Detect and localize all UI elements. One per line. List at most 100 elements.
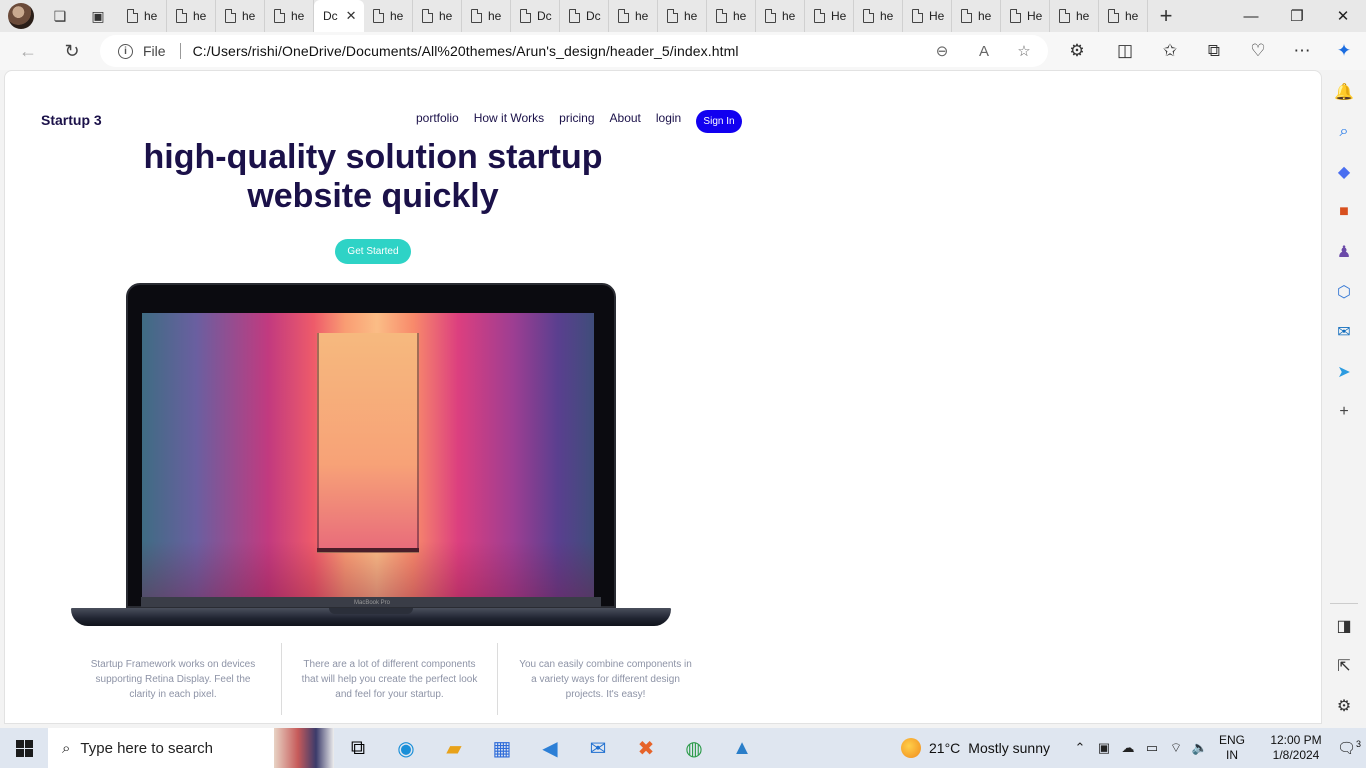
info-icon[interactable]: i <box>118 43 133 59</box>
page-document-icon <box>127 9 138 23</box>
search-icon[interactable]: ⌕ <box>1333 121 1355 143</box>
nav-link-how-it-works[interactable]: How it Works <box>474 111 544 125</box>
tab-actions-icon[interactable]: ▣ <box>86 4 110 28</box>
hide-sidebar-icon[interactable]: ◨ <box>1333 615 1355 637</box>
page-document-icon <box>274 9 285 23</box>
clock[interactable]: 12:00 PM 1/8/2024 <box>1260 733 1332 763</box>
browser-tab[interactable]: he <box>118 0 167 32</box>
browser-tab-active[interactable]: Dc ✕ <box>314 0 364 32</box>
nav-link-portfolio[interactable]: portfolio <box>416 111 459 125</box>
extensions-icon[interactable]: ⚙ <box>1065 39 1089 63</box>
tab-label: he <box>488 9 502 23</box>
tab-label: he <box>1076 9 1090 23</box>
chrome-app-icon[interactable]: ◍ <box>670 728 718 768</box>
close-window-button[interactable]: ✕ <box>1320 0 1366 32</box>
split-screen-icon[interactable]: ◫ <box>1113 39 1137 63</box>
nav-link-login[interactable]: login <box>656 111 681 125</box>
close-tab-icon[interactable]: ✕ <box>346 8 357 24</box>
browser-tab[interactable]: he <box>609 0 658 32</box>
browser-tab[interactable]: He <box>1001 0 1050 32</box>
drop-icon[interactable]: ➤ <box>1333 361 1355 383</box>
volume-icon[interactable]: 🔈 <box>1188 740 1212 756</box>
zoom-out-icon[interactable]: ⊖ <box>932 41 952 61</box>
address-bar[interactable]: i File C:/Users/rishi/OneDrive/Documents… <box>100 35 1048 67</box>
tools-briefcase-icon[interactable]: ■ <box>1333 201 1355 223</box>
browser-essentials-icon[interactable]: ♡ <box>1246 39 1270 63</box>
browser-tab[interactable]: he <box>952 0 1001 32</box>
browser-tab[interactable]: He <box>805 0 854 32</box>
browser-tab[interactable]: He <box>903 0 952 32</box>
browser-tab[interactable]: he <box>462 0 511 32</box>
tab-label: he <box>880 9 894 23</box>
store-app-icon[interactable]: ▦ <box>478 728 526 768</box>
sign-in-button[interactable]: Sign In <box>696 110 742 133</box>
microsoft-365-icon[interactable]: ⬡ <box>1333 281 1355 303</box>
show-hidden-icons-chevron-icon[interactable]: ⌃ <box>1068 740 1092 756</box>
browser-tab[interactable]: he <box>1099 0 1148 32</box>
notifications-bell-icon[interactable]: 🔔 <box>1333 81 1355 103</box>
refresh-button[interactable]: ↻ <box>54 36 90 66</box>
browser-tab[interactable]: he <box>756 0 805 32</box>
edge-app-icon[interactable]: ◉ <box>382 728 430 768</box>
nav-link-pricing[interactable]: pricing <box>559 111 594 125</box>
collections-icon[interactable]: ⧉ <box>1202 39 1226 63</box>
get-started-button[interactable]: Get Started <box>335 239 411 264</box>
back-button[interactable]: ← <box>10 36 46 66</box>
language-indicator[interactable]: ENG IN <box>1212 733 1252 763</box>
browser-tab[interactable]: he <box>364 0 413 32</box>
page-viewport: Startup 3 portfolio How it Works pricing… <box>4 70 1322 724</box>
meet-icon[interactable]: ▣ <box>1092 740 1116 756</box>
page-document-icon <box>569 9 580 23</box>
xampp-app-icon[interactable]: ✖ <box>622 728 670 768</box>
page-document-icon <box>1010 9 1021 23</box>
settings-more-icon[interactable]: ⋯ <box>1290 39 1314 63</box>
outlook-icon[interactable]: ✉ <box>1333 321 1355 343</box>
clock-date: 1/8/2024 <box>1272 748 1320 762</box>
new-tab-button[interactable]: + <box>1148 0 1184 32</box>
notification-center-button[interactable]: 🗨 3 <box>1332 739 1366 757</box>
read-aloud-icon[interactable]: A <box>974 41 994 61</box>
browser-tab[interactable]: he <box>854 0 903 32</box>
shopping-tag-icon[interactable]: ◆ <box>1333 161 1355 183</box>
browser-tab[interactable]: he <box>216 0 265 32</box>
browser-tab[interactable]: Dc <box>511 0 560 32</box>
page-document-icon <box>814 9 825 23</box>
favorite-star-icon[interactable]: ☆ <box>1014 41 1034 61</box>
browser-tab[interactable]: he <box>1050 0 1099 32</box>
laptop-lid <box>126 283 616 608</box>
feature-text: You can easily combine components in a v… <box>497 643 713 715</box>
url-text[interactable]: C:/Users/rishi/OneDrive/Documents/All%20… <box>193 43 739 59</box>
mail-app-icon[interactable]: ✉ <box>574 728 622 768</box>
photos-app-icon[interactable]: ▲ <box>718 728 766 768</box>
copilot-icon[interactable]: ✦ <box>1332 39 1356 63</box>
restore-button[interactable]: ❐ <box>1274 0 1320 32</box>
profile-avatar[interactable] <box>8 3 34 29</box>
wifi-icon[interactable]: ⌔ <box>1164 740 1188 756</box>
browser-tab[interactable]: he <box>265 0 314 32</box>
region-code: IN <box>1226 748 1238 762</box>
laptop-screen-image <box>142 313 594 598</box>
page-document-icon <box>1059 9 1070 23</box>
weather-widget[interactable]: 21°C Mostly sunny <box>901 738 1050 758</box>
browser-tab[interactable]: he <box>413 0 462 32</box>
sidebar-settings-icon[interactable]: ⚙ <box>1333 695 1355 717</box>
open-external-icon[interactable]: ⇱ <box>1333 655 1355 677</box>
browser-tab[interactable]: Dc <box>560 0 609 32</box>
vscode-app-icon[interactable]: ◀ <box>526 728 574 768</box>
file-explorer-icon[interactable]: ▰ <box>430 728 478 768</box>
workspaces-icon[interactable]: ❏ <box>48 4 72 28</box>
games-icon[interactable]: ♟ <box>1333 241 1355 263</box>
browser-tab[interactable]: he <box>658 0 707 32</box>
minimize-button[interactable]: — <box>1228 0 1274 32</box>
browser-tab[interactable]: he <box>167 0 216 32</box>
battery-icon[interactable]: ▭ <box>1140 740 1164 756</box>
browser-tab[interactable]: he <box>707 0 756 32</box>
task-view-icon[interactable]: ⧉ <box>334 728 382 768</box>
add-sidebar-app-icon[interactable]: + <box>1333 401 1355 423</box>
onedrive-cloud-icon[interactable]: ☁ <box>1116 740 1140 756</box>
site-logo[interactable]: Startup 3 <box>41 112 102 128</box>
favorites-icon[interactable]: ✩ <box>1158 39 1182 63</box>
taskbar-search[interactable]: ⌕ Type here to search <box>48 728 334 768</box>
nav-link-about[interactable]: About <box>610 111 641 125</box>
start-button[interactable] <box>0 728 48 768</box>
